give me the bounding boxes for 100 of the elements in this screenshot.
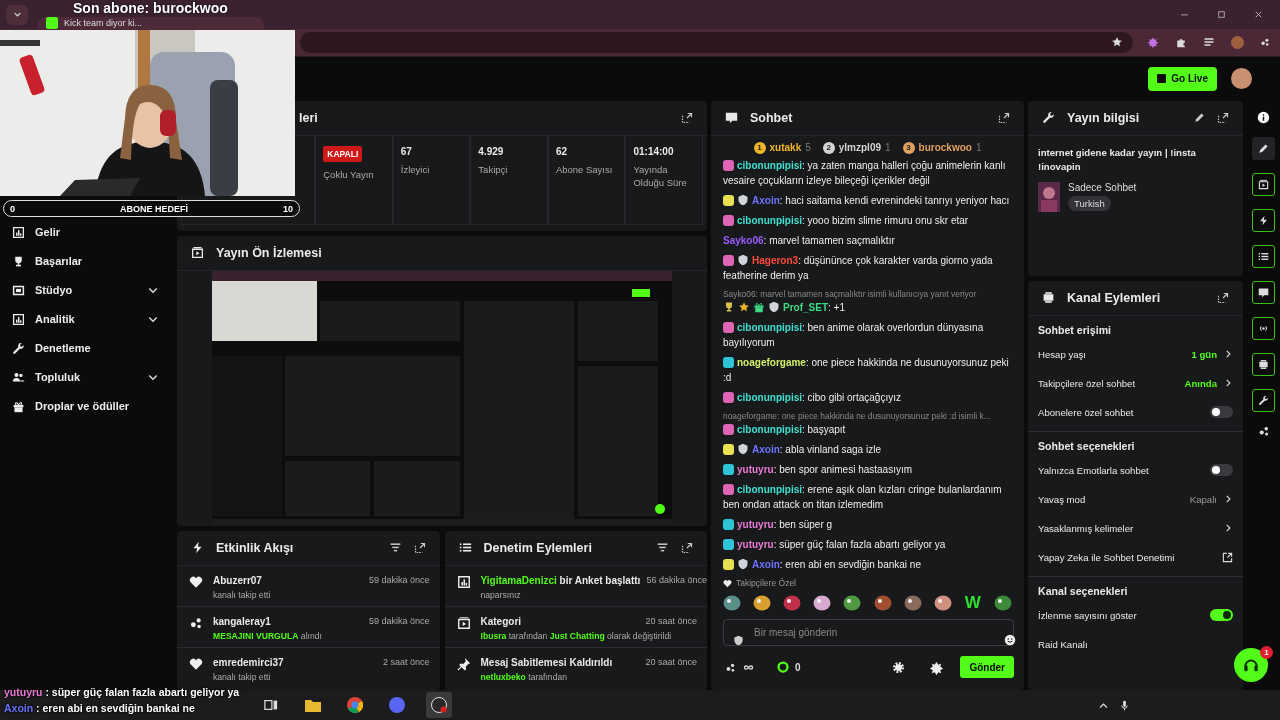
setting-label[interactable]: Hesap yaşı [1038,348,1186,360]
dots-icon[interactable] [1257,424,1270,437]
pin-icon [456,656,471,671]
recorder-icon[interactable] [431,697,447,713]
more-icon[interactable] [1260,37,1270,48]
expand-icon[interactable] [1217,111,1229,124]
shield-badge-icon [768,300,780,313]
emote-icon[interactable] [994,594,1012,612]
emote-icon[interactable] [753,594,772,612]
close-icon[interactable] [1253,9,1264,20]
external-link-icon[interactable] [1222,551,1233,563]
toggle-switch[interactable] [1210,609,1233,622]
emote[interactable]: W [963,594,982,612]
chat-app-icon[interactable] [389,697,405,713]
sidebar-item[interactable]: Topluluk [0,362,173,392]
setting-value: 1 gün [1191,348,1217,360]
sidebar-item[interactable]: Başarılar [0,246,173,276]
rank-medal: 1 [753,141,766,154]
expand-icon[interactable] [681,541,693,554]
emote-icon[interactable] [813,594,832,612]
pencil-icon[interactable] [1194,112,1205,124]
panel-title: Etkinlik Akışı [216,540,295,555]
chat-message: cibonunpipisi: cibo gibi ortaçağçıyız [723,389,1016,405]
panel-toggle-button[interactable] [1252,208,1275,232]
people-icon [12,370,25,384]
emote-icon[interactable] [843,594,862,612]
puzzle-icon[interactable] [1175,36,1187,49]
chevron-icon[interactable] [1223,378,1233,389]
expand-icon[interactable] [998,111,1010,124]
chevron-icon[interactable] [1223,523,1233,534]
setting-label[interactable]: Yalnızca Emotlarla sohbet [1038,464,1204,476]
toggle-switch[interactable] [1210,464,1233,477]
emote-icon[interactable] [723,594,741,612]
maximize-icon[interactable] [1216,9,1227,20]
chat-message: cibonunpipisi: ya zaten manga halleri çoğu animelerin kanlı vesaire çoçukların izleye bileçeği içerikler değil [723,158,1007,188]
stat-label: Abone Sayısı [555,162,614,177]
panel-toggle-button[interactable] [1252,244,1275,268]
setting-label[interactable]: İzlenme sayısını göster [1038,609,1204,621]
sidebar-item[interactable]: Gelir [0,217,173,247]
setting-label[interactable]: Yavaş mod [1038,493,1184,505]
panel-title: leri [299,110,319,125]
heart-icon [189,574,203,589]
sidebar-item[interactable]: Stüdyo [0,275,173,305]
browser-icon[interactable] [347,697,363,713]
profile-avatar[interactable] [1231,35,1244,49]
event-title: emredemirci37 [213,656,284,668]
sidebar-item[interactable]: Analitik [0,304,173,334]
expand-icon[interactable] [1217,291,1229,304]
shield-badge-icon [737,253,749,266]
gift-count: 1 [885,142,891,154]
browser-tab[interactable]: Kick team diyor ki... [38,17,264,29]
microphone-icon[interactable] [1119,699,1130,711]
emote-icon[interactable] [933,594,952,612]
extension-icon[interactable] [1147,36,1159,49]
user-avatar[interactable] [1231,68,1252,90]
chat-message: yutuyru: süper güç falan fazla abartı geliyor ya [723,536,1016,552]
menu-icon[interactable] [1203,36,1215,49]
chevron-icon[interactable] [1223,494,1233,505]
panel-toggle-button[interactable] [1252,316,1275,340]
go-live-button[interactable]: Go Live [1148,66,1217,91]
send-button[interactable]: Gönder [960,656,1014,679]
status-badge: KAPALI [323,145,363,162]
heart-icon [723,578,732,588]
event-time: 20 saat önce [645,656,697,668]
stat-value: 67 [400,145,413,157]
info-icon[interactable] [1257,110,1270,124]
setting-label[interactable]: Abonelere özel sohbet [1038,406,1204,418]
emoji-icon[interactable] [1004,634,1016,647]
wrench-icon [1258,394,1269,406]
expand-icon[interactable] [681,111,693,124]
bar-chart-icon [456,574,471,589]
badge-icon[interactable] [929,659,945,675]
folder-icon[interactable] [305,698,321,712]
settings-icon[interactable] [892,660,906,674]
setting-value: Anında [1184,377,1217,389]
emote-icon[interactable] [783,594,802,612]
panel-toggle-button[interactable] [1252,280,1275,304]
panel-toggle-button[interactable] [1252,388,1275,412]
message-input[interactable]: Bir mesaj gönderin [723,619,1014,647]
toggle-switch[interactable] [1210,406,1233,419]
chevron-icon[interactable] [1223,349,1233,360]
panel-toggle-button[interactable] [1252,172,1275,196]
panel-title: Yayın Ön İzlemesi [216,245,323,260]
sidebar-item[interactable]: Droplar ve ödüller [0,391,173,421]
setting-label[interactable]: Raid Kanalı [1038,638,1233,650]
panel-toggle-button[interactable] [1252,352,1275,376]
chat-message: Axoin: haci saitama kendi evrenindeki tanrıyı yeniyor hacı [723,192,1016,208]
emote-icon[interactable] [873,594,892,612]
setting-label[interactable]: Yasaklanmış kelimeler [1038,522,1217,534]
category-name[interactable]: Sadece Sohbet [1068,181,1137,193]
emote-icon[interactable] [903,594,922,612]
edit-button[interactable] [1252,136,1275,160]
task-view-icon[interactable] [264,698,278,712]
setting-label[interactable]: Yapay Zeka ile Sohbet Denetimi [1038,551,1216,563]
expand-icon[interactable] [413,541,426,554]
event-time: 59 dakika önce [368,615,430,627]
event-title: YigitamaDenizci bir Anket başlattı [480,574,641,586]
setting-label[interactable]: Takipçilere özel sohbet [1038,377,1179,389]
sidebar-item[interactable]: Denetleme [0,333,173,363]
star-icon[interactable] [1111,36,1123,49]
